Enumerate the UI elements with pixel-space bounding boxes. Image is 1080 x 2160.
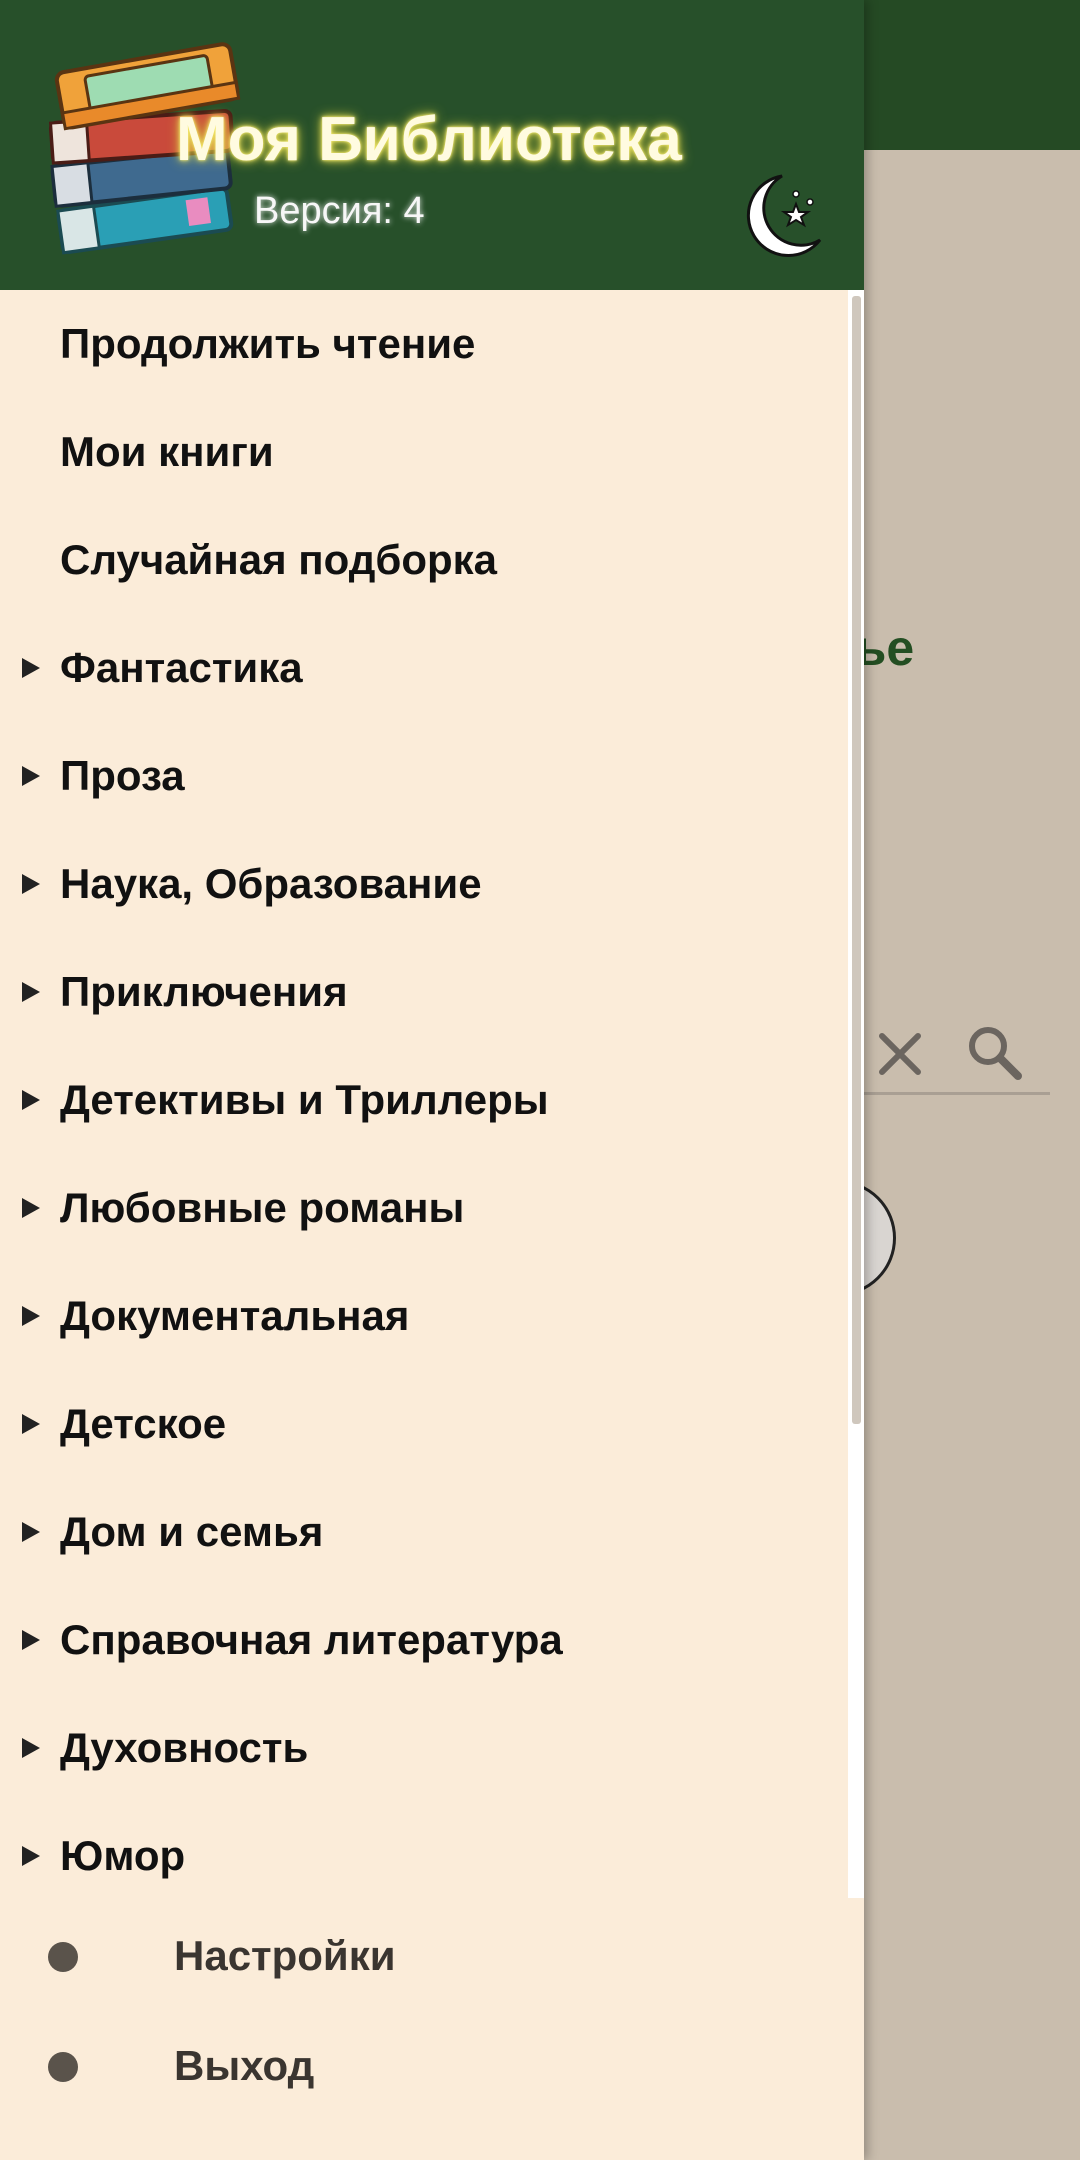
expand-arrow-icon	[22, 1090, 40, 1110]
menu-category-science[interactable]: Наука, Образование	[0, 830, 848, 938]
exit-item[interactable]: Выход	[0, 2012, 864, 2120]
search-icon[interactable]	[962, 1020, 1026, 1084]
menu-category-fantasy[interactable]: Фантастика	[0, 614, 848, 722]
menu-category-reference[interactable]: Справочная литература	[0, 1586, 848, 1694]
menu-item-label: Детское	[60, 1400, 227, 1447]
menu-item-continue-reading[interactable]: Продолжить чтение	[0, 290, 848, 398]
menu-category-romance[interactable]: Любовные романы	[0, 1154, 848, 1262]
menu-item-label: Случайная подборка	[60, 536, 498, 583]
exit-label: Выход	[174, 2042, 315, 2089]
expand-arrow-icon	[22, 982, 40, 1002]
menu-item-label: Мои книги	[60, 428, 274, 475]
menu-item-label: Юмор	[60, 1832, 186, 1879]
menu-category-humor[interactable]: Юмор	[0, 1802, 848, 1910]
expand-arrow-icon	[22, 1198, 40, 1218]
expand-arrow-icon	[22, 1414, 40, 1434]
expand-arrow-icon	[22, 874, 40, 894]
menu-item-label: Продолжить чтение	[60, 320, 476, 367]
menu-item-label: Дом и семья	[60, 1508, 324, 1555]
drawer-header: Моя Библиотека Версия: 4	[0, 0, 864, 290]
menu-category-adventure[interactable]: Приключения	[0, 938, 848, 1046]
menu-category-documentary[interactable]: Документальная	[0, 1262, 848, 1370]
app-version: Версия: 4	[254, 190, 425, 232]
menu-category-spirituality[interactable]: Духовность	[0, 1694, 848, 1802]
bullet-icon	[48, 1942, 78, 1972]
menu-item-random-selection[interactable]: Случайная подборка	[0, 506, 848, 614]
navigation-drawer: Моя Библиотека Версия: 4 Продолжить чтен…	[0, 0, 864, 2160]
settings-item[interactable]: Настройки	[0, 1902, 864, 2010]
menu-item-my-books[interactable]: Мои книги	[0, 398, 848, 506]
search-underline	[860, 1092, 1050, 1095]
menu-item-label: Фантастика	[60, 644, 303, 691]
expand-arrow-icon	[22, 766, 40, 786]
menu-item-label: Приключения	[60, 968, 348, 1015]
menu-category-children[interactable]: Детское	[0, 1370, 848, 1478]
menu-item-label: Справочная литература	[60, 1616, 563, 1663]
menu-item-label: Наука, Образование	[60, 860, 482, 907]
app-title: Моя Библиотека	[176, 105, 682, 174]
settings-label: Настройки	[174, 1932, 396, 1979]
expand-arrow-icon	[22, 1522, 40, 1542]
moon-stars-icon[interactable]	[738, 170, 822, 262]
menu-item-label: Детективы и Триллеры	[60, 1076, 549, 1123]
menu-item-label: Любовные романы	[60, 1184, 465, 1231]
menu-scrollbar-thumb[interactable]	[852, 296, 861, 1424]
clear-search-icon[interactable]	[872, 1026, 928, 1082]
menu-category-detectives[interactable]: Детективы и Триллеры	[0, 1046, 848, 1154]
expand-arrow-icon	[22, 1738, 40, 1758]
expand-arrow-icon	[22, 658, 40, 678]
menu-category-prose[interactable]: Проза	[0, 722, 848, 830]
menu-item-label: Проза	[60, 752, 185, 799]
expand-arrow-icon	[22, 1630, 40, 1650]
menu-item-label: Документальная	[60, 1292, 410, 1339]
menu-item-label: Духовность	[60, 1724, 309, 1771]
menu-category-home-family[interactable]: Дом и семья	[0, 1478, 848, 1586]
bullet-icon	[48, 2052, 78, 2082]
expand-arrow-icon	[22, 1306, 40, 1326]
drawer-menu: Продолжить чтение Мои книги Случайная по…	[0, 290, 848, 1898]
expand-arrow-icon	[22, 1846, 40, 1866]
